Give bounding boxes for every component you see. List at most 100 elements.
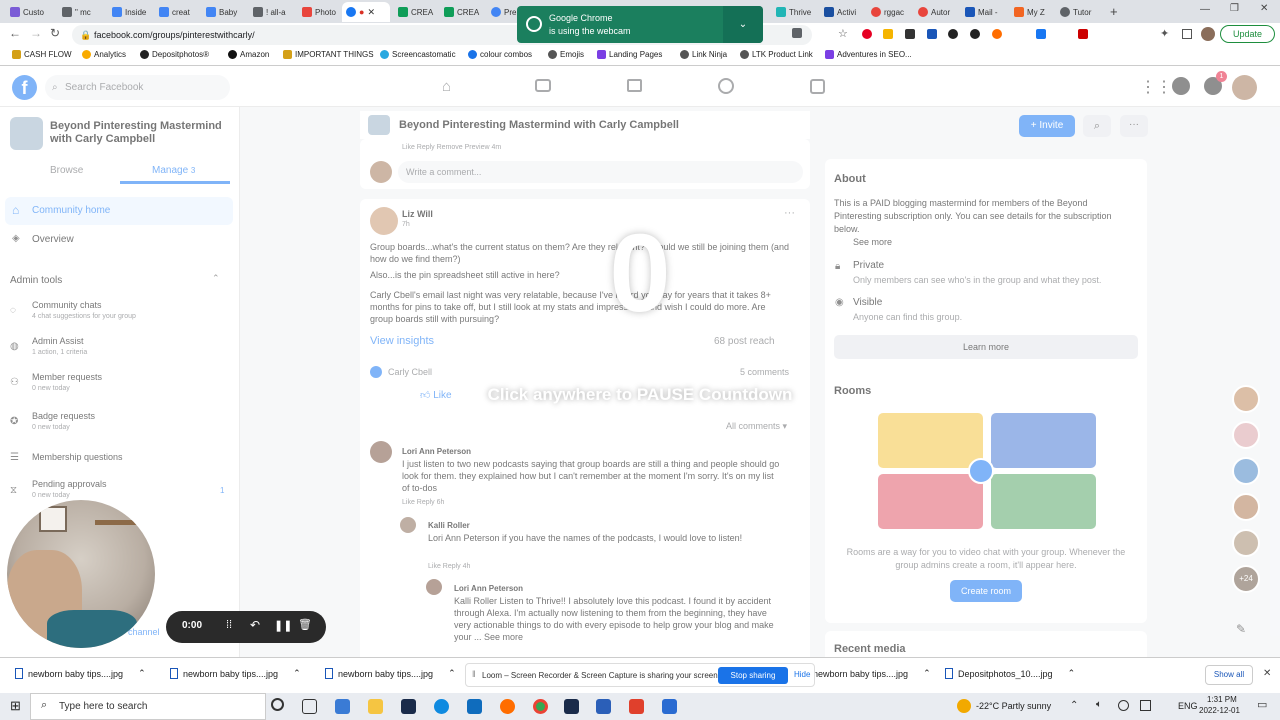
bookmark-item[interactable]: Screencastomatic bbox=[380, 50, 456, 59]
webcam-notification[interactable]: Google Chrome is using the webcam ⌄ bbox=[517, 6, 763, 43]
taskbar-search-box[interactable]: ⌕ Type here to search bbox=[30, 693, 266, 720]
download-item[interactable]: newborn baby tips....jpg ⌃ bbox=[170, 668, 301, 679]
browser-tab[interactable]: Custo bbox=[6, 2, 52, 22]
task-view-icon[interactable] bbox=[302, 699, 317, 714]
chevron-up-icon[interactable]: ⌃ bbox=[138, 668, 146, 679]
browser-tab[interactable]: ! all-a bbox=[249, 2, 295, 22]
drag-handle-icon[interactable]: ⁞⁞ bbox=[226, 619, 232, 631]
browser-tab[interactable]: CREA bbox=[394, 2, 436, 22]
bookmark-item[interactable]: Adventures in SEO... bbox=[825, 50, 912, 59]
network-icon[interactable] bbox=[1118, 700, 1129, 711]
pause-icon[interactable]: ❚❚ bbox=[274, 619, 292, 632]
mail-icon[interactable] bbox=[467, 699, 482, 714]
chevron-up-icon[interactable]: ⌃ bbox=[1068, 668, 1076, 679]
back-icon[interactable]: ← bbox=[9, 26, 21, 40]
browser-tab[interactable]: Mail - bbox=[961, 2, 1007, 22]
taskbar-app-icon[interactable] bbox=[662, 699, 677, 714]
cortana-icon[interactable] bbox=[271, 698, 284, 711]
browser-tab[interactable]: rggac bbox=[867, 2, 911, 22]
drag-handle-icon[interactable]: ‖ bbox=[472, 669, 476, 679]
browser-tab[interactable]: Thrive bbox=[772, 2, 816, 22]
pinterest-extension-icon[interactable] bbox=[862, 29, 872, 39]
sidebar-icon[interactable] bbox=[1182, 29, 1192, 39]
extensions-puzzle-icon[interactable]: ✦ bbox=[1160, 27, 1169, 40]
profile-avatar[interactable] bbox=[1201, 27, 1215, 41]
bookmark-star-icon[interactable]: ☆ bbox=[838, 27, 848, 40]
download-item[interactable]: Depositphotos_10....jpg ⌃ bbox=[945, 668, 1075, 679]
reload-icon[interactable]: ↻ bbox=[50, 26, 60, 40]
facebook-extension-icon[interactable] bbox=[1036, 29, 1046, 39]
camera-icon[interactable] bbox=[792, 28, 802, 38]
bookmark-item[interactable]: Landing Pages bbox=[597, 50, 662, 59]
stop-sharing-button[interactable]: Stop sharing bbox=[718, 667, 788, 684]
window-close-icon[interactable]: ✕ bbox=[1260, 3, 1268, 14]
bookmark-item[interactable]: IMPORTANT THINGS bbox=[283, 50, 374, 59]
hide-button[interactable]: Hide bbox=[794, 670, 810, 679]
extension-icon[interactable] bbox=[905, 29, 915, 39]
browser-tab[interactable]: Inside bbox=[108, 2, 154, 22]
download-item[interactable]: newborn baby tips....jpg ⌃ bbox=[15, 668, 146, 679]
tray-icon[interactable] bbox=[1140, 700, 1151, 711]
restart-icon[interactable]: ↶ bbox=[250, 618, 260, 632]
chevron-down-icon[interactable]: ⌄ bbox=[723, 6, 763, 43]
browser-tab[interactable]: Photo bbox=[298, 2, 344, 22]
bookmark-item[interactable]: Link Ninja bbox=[680, 50, 727, 59]
close-downloads-icon[interactable]: ✕ bbox=[1263, 668, 1271, 679]
forward-icon[interactable]: → bbox=[30, 26, 42, 40]
browser-tab[interactable]: " mc bbox=[58, 2, 104, 22]
edge-icon[interactable] bbox=[434, 699, 449, 714]
tab-close-icon[interactable]: ✕ bbox=[367, 7, 375, 18]
download-item[interactable]: newborn baby tips....jpg ⌃ bbox=[325, 668, 456, 679]
extension-icon[interactable] bbox=[1078, 29, 1088, 39]
extension-icon[interactable] bbox=[927, 29, 937, 39]
bookmark-item[interactable]: Analytics bbox=[82, 50, 126, 59]
file-explorer-icon[interactable] bbox=[368, 699, 383, 714]
extension-icon[interactable] bbox=[883, 29, 893, 39]
taskbar-app-icon[interactable] bbox=[401, 699, 416, 714]
volume-icon[interactable]: 🔈︎ bbox=[1096, 699, 1102, 710]
browser-tab[interactable]: Autor bbox=[914, 2, 958, 22]
notifications-icon[interactable]: ▭ bbox=[1257, 698, 1267, 711]
word-icon[interactable] bbox=[596, 699, 611, 714]
show-all-button[interactable]: Show all bbox=[1205, 665, 1253, 685]
firefox-icon[interactable] bbox=[500, 699, 515, 714]
taskbar-app-icon[interactable] bbox=[335, 699, 350, 714]
bookmark-item[interactable]: Depositphotos® bbox=[140, 50, 209, 59]
taskbar-app-icon[interactable] bbox=[564, 699, 579, 714]
bookmark-item[interactable]: CASH FLOW bbox=[12, 50, 72, 59]
chrome-icon[interactable] bbox=[533, 699, 548, 714]
extension-icon[interactable] bbox=[970, 29, 980, 39]
browser-tab-active[interactable]: ● ✕ bbox=[342, 2, 390, 22]
browser-tab[interactable]: Activi bbox=[820, 2, 864, 22]
countdown-number[interactable]: 0 bbox=[0, 210, 1280, 337]
extension-icon[interactable] bbox=[948, 29, 958, 39]
download-item[interactable]: newborn baby tips....jpg ⌃ bbox=[813, 668, 931, 679]
browser-tab[interactable]: Pre bbox=[487, 2, 517, 22]
windows-start-icon[interactable]: ⊞ bbox=[10, 698, 21, 714]
taskbar-app-icon[interactable] bbox=[629, 699, 644, 714]
chevron-up-icon[interactable]: ⌃ bbox=[448, 668, 456, 679]
clock-time[interactable]: 1:31 PM bbox=[1207, 695, 1237, 704]
bookmark-item[interactable]: Amazon bbox=[228, 50, 269, 59]
bookmark-item[interactable]: colour combos bbox=[468, 50, 532, 59]
browser-tab[interactable]: Baby bbox=[202, 2, 248, 22]
delete-icon[interactable]: 🗑︎ bbox=[298, 618, 312, 631]
countdown-pause-hint[interactable]: Click anywhere to PAUSE Countdown bbox=[0, 385, 1280, 405]
extension-icon[interactable] bbox=[992, 29, 1002, 39]
browser-tab[interactable]: My Z bbox=[1010, 2, 1052, 22]
chevron-up-icon[interactable]: ⌃ bbox=[923, 668, 931, 679]
bookmark-item[interactable]: LTK Product Link bbox=[740, 50, 813, 59]
clock-date[interactable]: 2022-12-01 bbox=[1199, 706, 1240, 715]
tray-chevron-icon[interactable]: ⌃ bbox=[1070, 700, 1078, 711]
language-indicator[interactable]: ENG bbox=[1178, 701, 1198, 711]
chevron-up-icon[interactable]: ⌃ bbox=[293, 668, 301, 679]
browser-tab[interactable]: Tutor bbox=[1056, 2, 1102, 22]
browser-tab[interactable]: creat bbox=[155, 2, 201, 22]
update-button[interactable]: Update bbox=[1220, 25, 1275, 43]
loom-webcam-bubble[interactable] bbox=[7, 500, 155, 648]
new-tab-icon[interactable]: + bbox=[1110, 4, 1118, 19]
bookmark-item[interactable]: Emojis bbox=[548, 50, 584, 59]
weather-text[interactable]: -22°C Partly sunny bbox=[976, 701, 1051, 711]
restore-icon[interactable]: ❐ bbox=[1230, 3, 1239, 14]
browser-tab[interactable]: CREA bbox=[440, 2, 482, 22]
